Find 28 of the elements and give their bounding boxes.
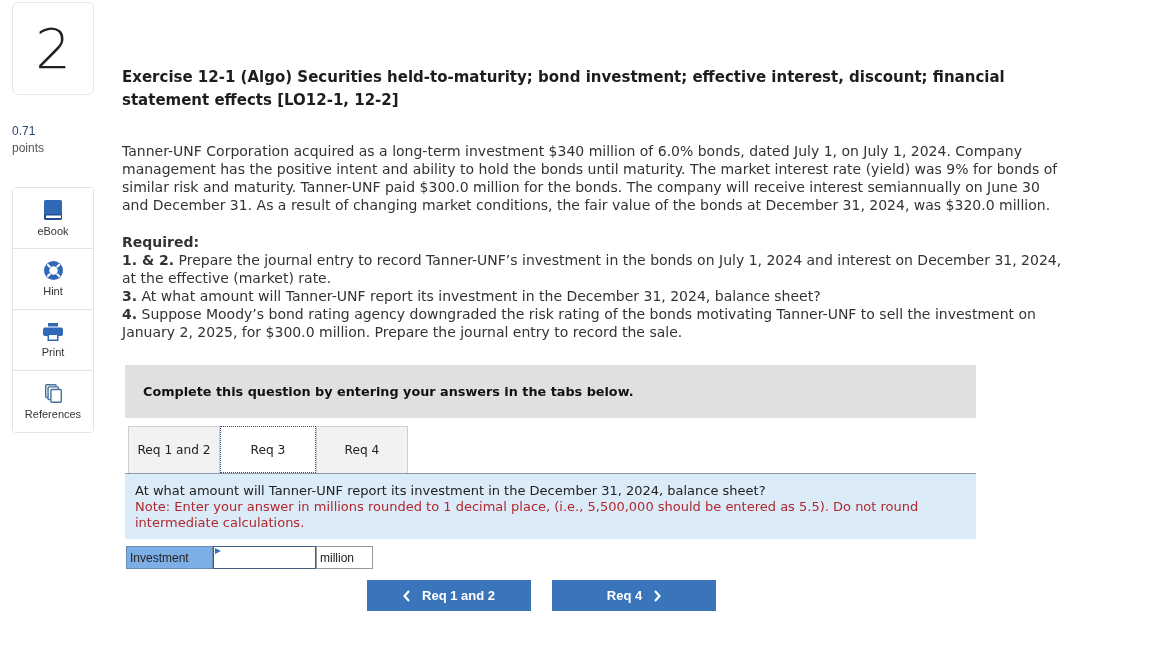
question-prompt: At what amount will Tanner-UNF report its investment in the December 31, 2024, balance sheet? <box>135 483 766 499</box>
requirement-tab[interactable]: Req 1 and 2 <box>128 426 220 473</box>
printer-icon <box>43 322 63 341</box>
requirement-tab[interactable]: Req 3 <box>220 426 316 473</box>
requirement-text: 4. Suppose Moody’s bond rating agency downgraded the risk rating of the bonds motivating Tanner-UNF to sell the investment on January 2, 2025, for $300.0 million. Prepare the journal entry to record the sale. <box>122 305 1037 341</box>
instructions-banner: Complete this question by entering your answers in the tabs below. <box>125 365 976 418</box>
chevron-right-icon <box>654 589 662 602</box>
book-icon <box>44 199 62 220</box>
documents-icon <box>44 383 62 403</box>
unit-label: million <box>316 546 373 569</box>
answer-input[interactable] <box>213 546 316 569</box>
corner-marker-icon <box>215 548 221 554</box>
exercise-title: Exercise 12-1 (Algo) Securities held-to-maturity; bond investment; effective interest, discount; financial statement effects [LO12-1, 12-2] <box>122 67 1006 111</box>
requirement-text: 1. & 2. Prepare the journal entry to record Tanner-UNF’s investment in the bonds on July 1, 2024 and interest on December 31, 2024, at the effective (market) rate. <box>122 251 1063 287</box>
requirement-text: 3. At what amount will Tanner-UNF report its investment in the December 31, 2024, balance sheet? <box>122 287 822 305</box>
problem-text: Tanner-UNF Corporation acquired as a long-term investment $340 million of 6.0% bonds, dated July 1, on July 1, 2024. Company management has the positive intent and ability to hold the bonds until maturity. The market interest rate (yield) was 9% for bonds of similar risk and maturity. Tanner-UNF paid $300.0 million for the bonds. The company will receive interest semiannually on June 30 and December 31. As a result of changing market conditions, the fair value of the bonds at December 31, 2024, was $320.0 million. <box>122 142 1059 214</box>
nav-button[interactable]: Req 1 and 2 <box>367 580 531 611</box>
answer-label: Investment <box>126 546 213 569</box>
requirement-tab[interactable]: Req 4 <box>316 426 408 473</box>
question-number: 2 <box>12 2 94 95</box>
chevron-left-icon <box>403 589 410 602</box>
question-note: Note: Enter your answer in millions rounded to 1 decimal place, (i.e., 5,500,000 should be entered as 5.5). Do not round intermediate calculations. <box>135 499 920 531</box>
score-value: 0.71 <box>12 123 36 140</box>
score-unit: points <box>12 140 45 157</box>
required-heading: Required: <box>122 233 201 251</box>
nav-button[interactable]: Req 4 <box>552 580 716 611</box>
tool-button[interactable]: eBook <box>13 188 93 249</box>
lifebuoy-icon <box>43 261 63 280</box>
